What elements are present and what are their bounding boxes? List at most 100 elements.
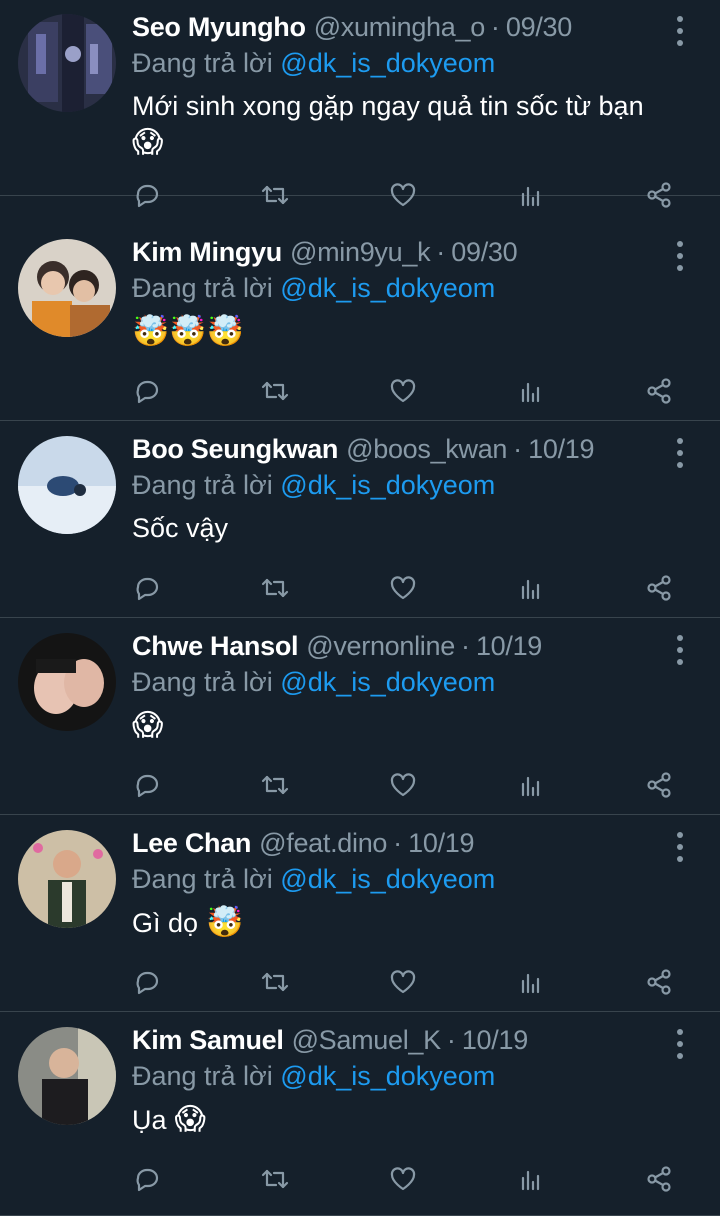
analytics-button[interactable] [511,962,551,1002]
like-button[interactable] [383,568,423,608]
username[interactable]: @xumingha_o [314,10,486,44]
display-name[interactable]: Boo Seungkwan [132,432,338,466]
retweet-button[interactable] [255,765,295,805]
mention-link[interactable]: @dk_is_dokyeom [280,273,495,303]
tweet[interactable]: Kim Mingyu @min9yu_k · 09/30 Đang trả lờ… [0,225,720,421]
display-name[interactable]: Lee Chan [132,826,251,860]
share-button[interactable] [639,765,679,805]
retweet-button[interactable] [255,568,295,608]
tweet[interactable]: Kim Samuel @Samuel_K · 10/19 Đang trả lờ… [0,1013,720,1216]
retweet-button[interactable] [255,371,295,411]
username[interactable]: @feat.dino [259,826,387,860]
avatar[interactable] [18,436,116,534]
tweet-text: Ụa 😱 [132,1101,690,1139]
mention-link[interactable]: @dk_is_dokyeom [280,48,495,78]
more-icon[interactable] [670,1029,690,1059]
more-icon[interactable] [670,16,690,46]
like-icon [388,1164,418,1194]
analytics-button[interactable] [511,765,551,805]
tweet-text-body: Sốc vậy [132,513,229,543]
reply-icon [132,180,162,210]
tweet-text-body: Mới sinh xong gặp ngay quả tin sốc từ bạ… [132,91,644,121]
like-button[interactable] [383,371,423,411]
action-bar [0,175,720,215]
reply-button[interactable] [127,765,167,805]
reply-button[interactable] [127,962,167,1002]
avatar[interactable] [18,14,116,112]
analytics-icon [516,1164,546,1194]
share-icon [644,967,674,997]
display-name[interactable]: Chwe Hansol [132,629,299,663]
analytics-button[interactable] [511,371,551,411]
share-button[interactable] [639,175,679,215]
separator-dot: · [436,237,446,267]
tweet-text: Gì dọ 🤯 [132,904,690,942]
like-button[interactable] [383,1159,423,1199]
like-button[interactable] [383,962,423,1002]
mention-link[interactable]: @dk_is_dokyeom [280,864,495,894]
mention-link[interactable]: @dk_is_dokyeom [280,667,495,697]
username[interactable]: @Samuel_K [292,1023,442,1057]
share-button[interactable] [639,1159,679,1199]
username[interactable]: @min9yu_k [290,235,431,269]
reply-prefix: Đang trả lời [132,667,273,697]
share-button[interactable] [639,962,679,1002]
avatar[interactable] [18,830,116,928]
more-icon[interactable] [670,635,690,665]
analytics-button[interactable] [511,175,551,215]
action-bar [0,962,720,1002]
timestamp[interactable]: 10/19 [462,1023,528,1057]
avatar[interactable] [18,1027,116,1125]
share-icon [644,180,674,210]
timestamp[interactable]: 10/19 [408,826,474,860]
username[interactable]: @boos_kwan [346,432,507,466]
like-icon [388,770,418,800]
tweet-emoji: 😱 [132,126,164,159]
tweet-emoji: 😱 [132,709,164,742]
mention-link[interactable]: @dk_is_dokyeom [280,470,495,500]
mention-link[interactable]: @dk_is_dokyeom [280,1061,495,1091]
reply-context: Đang trả lời @dk_is_dokyeom [132,665,495,699]
reply-button[interactable] [127,1159,167,1199]
tweet[interactable]: Chwe Hansol @vernonline · 10/19 Đang trả… [0,619,720,815]
more-icon[interactable] [670,438,690,468]
username[interactable]: @vernonline [306,629,455,663]
tweet-text-body: Gì dọ [132,908,199,938]
reply-button[interactable] [127,568,167,608]
retweet-button[interactable] [255,1159,295,1199]
tweet[interactable]: Seo Myungho @xumingha_o · 09/30 Đang trả… [0,0,720,208]
reply-prefix: Đang trả lời [132,1061,273,1091]
share-icon [644,770,674,800]
more-icon[interactable] [670,241,690,271]
like-icon [388,967,418,997]
analytics-button[interactable] [511,568,551,608]
separator-dot: · [513,434,523,464]
analytics-button[interactable] [511,1159,551,1199]
like-button[interactable] [383,765,423,805]
display-name[interactable]: Seo Myungho [132,10,306,44]
more-icon[interactable] [670,832,690,862]
display-name[interactable]: Kim Mingyu [132,235,282,269]
share-button[interactable] [639,568,679,608]
reply-icon [132,967,162,997]
like-button[interactable] [383,175,423,215]
tweet[interactable]: Boo Seungkwan @boos_kwan · 10/19 Đang tr… [0,422,720,618]
retweet-button[interactable] [255,962,295,1002]
avatar[interactable] [18,239,116,337]
reply-prefix: Đang trả lời [132,864,273,894]
retweet-icon [260,770,290,800]
timestamp[interactable]: 09/30 [451,235,517,269]
avatar[interactable] [18,633,116,731]
like-icon [388,376,418,406]
tweet-header: Kim Mingyu @min9yu_k · 09/30 [132,235,664,269]
retweet-button[interactable] [255,175,295,215]
timestamp[interactable]: 09/30 [506,10,572,44]
display-name[interactable]: Kim Samuel [132,1023,284,1057]
tweet[interactable]: Lee Chan @feat.dino · 10/19 Đang trả lời… [0,816,720,1012]
timestamp[interactable]: 10/19 [476,629,542,663]
share-button[interactable] [639,371,679,411]
reply-button[interactable] [127,371,167,411]
analytics-icon [516,573,546,603]
timestamp[interactable]: 10/19 [528,432,594,466]
reply-button[interactable] [127,175,167,215]
